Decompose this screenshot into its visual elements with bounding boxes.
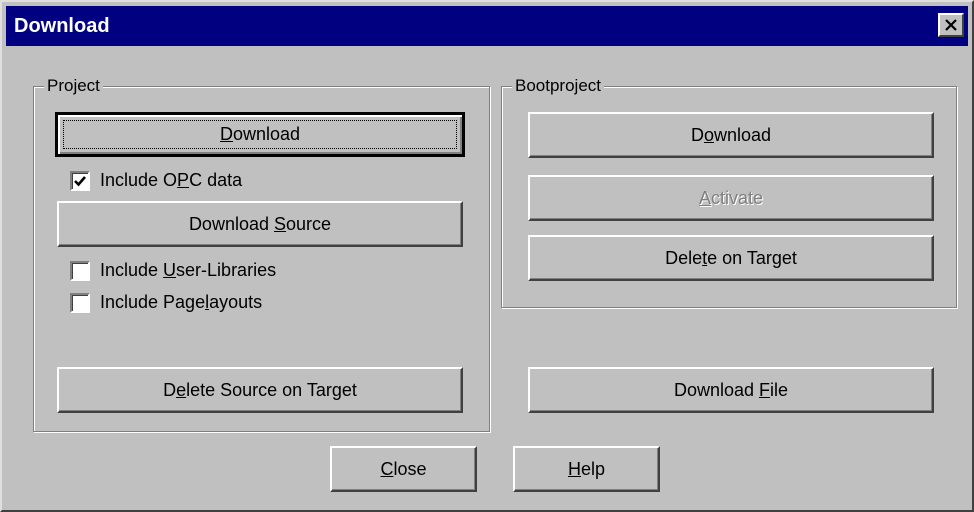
- include-opc-data-checkbox[interactable]: Include OPC data: [70, 170, 242, 191]
- button-label: Help: [567, 458, 606, 479]
- checkbox-box[interactable]: [70, 170, 90, 191]
- close-button[interactable]: Close: [330, 446, 477, 492]
- close-window-button[interactable]: [938, 13, 964, 37]
- delete-source-on-target-button[interactable]: Delete Source on Target: [57, 367, 463, 413]
- bootproject-download-button[interactable]: Download: [528, 112, 934, 158]
- close-x-icon: [945, 19, 957, 31]
- checkbox-label: Include Pagelayouts: [100, 292, 263, 312]
- title-bar: Download: [6, 6, 968, 46]
- download-file-button[interactable]: Download File: [528, 367, 934, 413]
- checkbox-label: Include User-Libraries: [100, 260, 277, 280]
- help-button[interactable]: Help: [513, 446, 660, 492]
- download-dialog: Download Project Download Include OPC da…: [0, 0, 974, 512]
- include-pagelayouts-checkbox[interactable]: Include Pagelayouts: [70, 292, 262, 313]
- button-label: Download Source: [188, 213, 332, 234]
- checkbox-box[interactable]: [70, 260, 90, 281]
- focus-rectangle: [63, 120, 457, 149]
- checkbox-box[interactable]: [70, 292, 90, 313]
- bootproject-group-label: Bootproject: [512, 75, 604, 97]
- button-label: Download: [690, 124, 772, 145]
- button-label: Delete Source on Target: [163, 379, 357, 400]
- button-label: Close: [380, 458, 427, 479]
- button-label: Delete on Target: [665, 247, 797, 268]
- download-source-button[interactable]: Download Source: [57, 201, 463, 247]
- include-user-libraries-checkbox[interactable]: Include User-Libraries: [70, 260, 276, 281]
- button-label: Activate: [698, 187, 764, 208]
- checkmark-icon: [74, 175, 86, 186]
- project-download-button[interactable]: Download: [55, 112, 465, 157]
- dialog-title: Download: [14, 15, 110, 37]
- checkbox-label: Include OPC data: [100, 170, 243, 190]
- project-group-label: Project: [44, 75, 103, 97]
- delete-on-target-button[interactable]: Delete on Target: [528, 235, 934, 281]
- button-label: Download File: [673, 379, 789, 400]
- activate-button: Activate: [528, 175, 934, 221]
